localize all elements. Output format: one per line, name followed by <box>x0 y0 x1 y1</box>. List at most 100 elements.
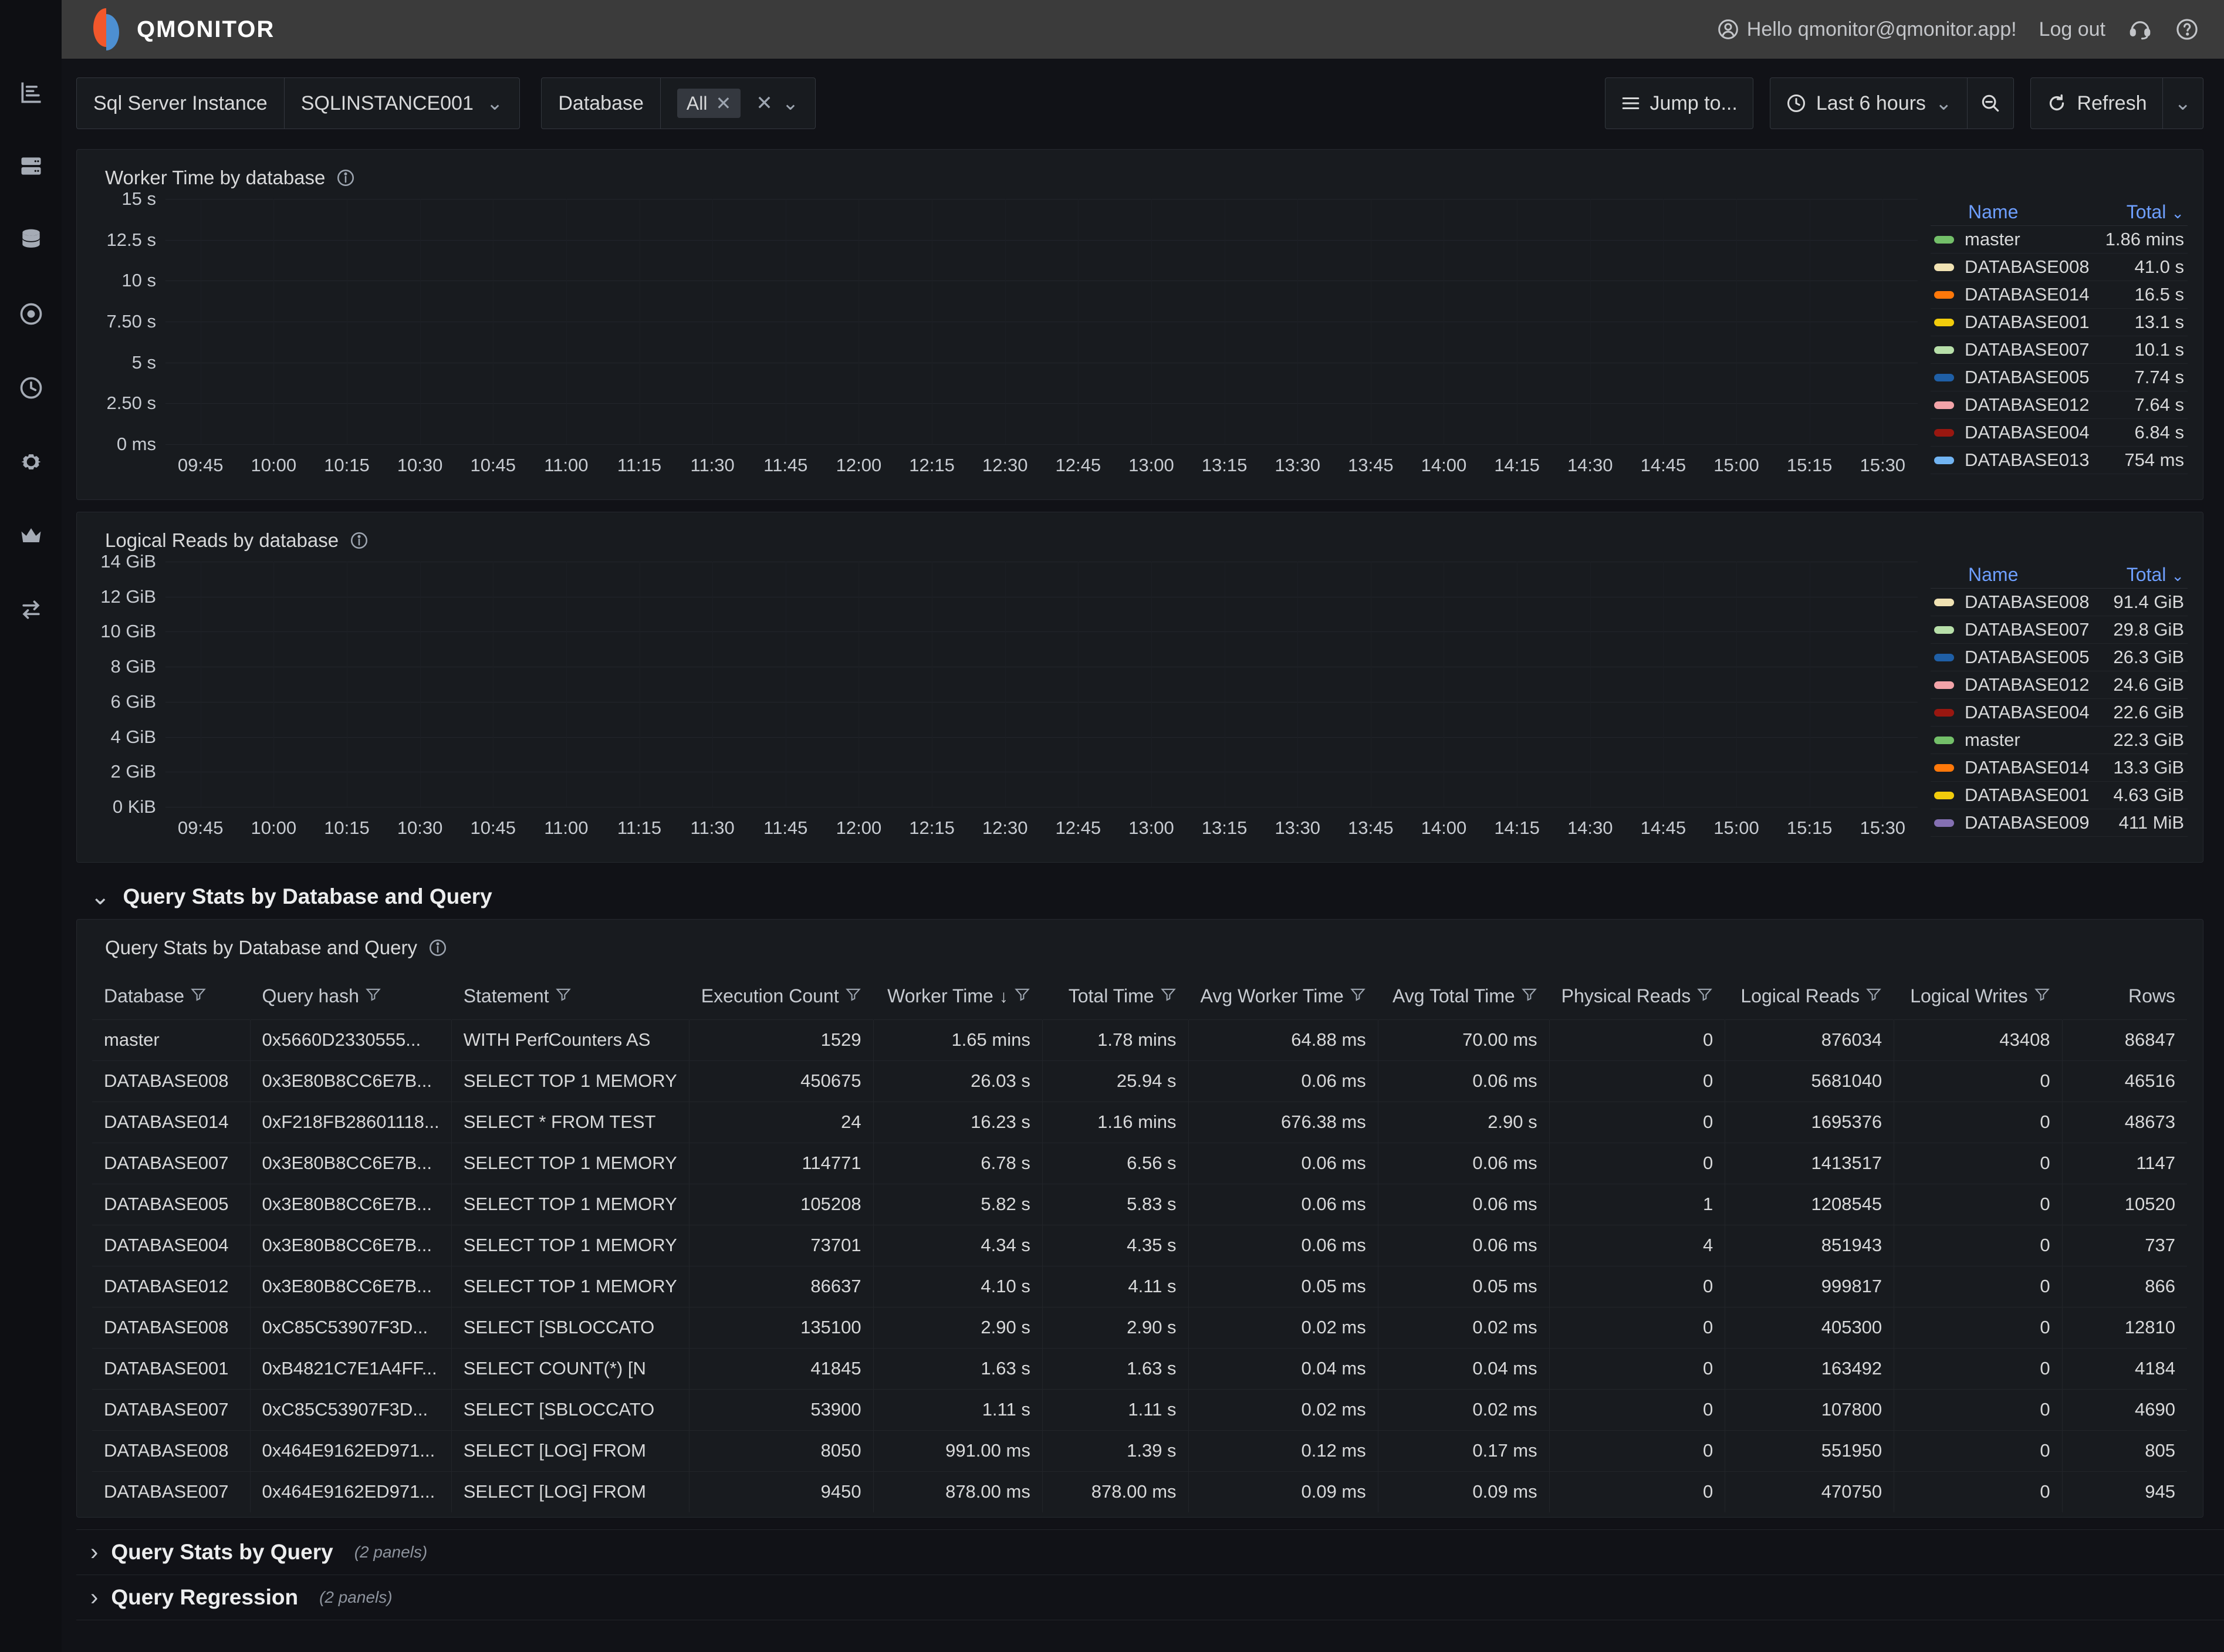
legend-item[interactable]: DATABASE009411 MiB <box>1931 809 2188 837</box>
table-cell: 0 <box>1894 1184 2062 1225</box>
legend-item[interactable]: DATABASE00526.3 GiB <box>1931 644 2188 671</box>
sort-desc-icon[interactable]: ↓ <box>999 987 1008 1006</box>
database-icon[interactable] <box>18 227 44 253</box>
legend-item[interactable]: DATABASE01224.6 GiB <box>1931 671 2188 699</box>
info-icon[interactable] <box>349 531 369 550</box>
query-stats-table-panel: Query Stats by Database and Query Databa… <box>76 919 2203 1518</box>
column-header[interactable]: Logical Reads <box>1725 974 1894 1019</box>
filter-icon[interactable] <box>2034 986 2050 1002</box>
legend-item[interactable]: DATABASE00841.0 s <box>1931 254 2188 281</box>
database-filter[interactable]: Database All ✕ ✕ ⌄ <box>541 77 816 129</box>
column-header[interactable]: Total Time <box>1042 974 1188 1019</box>
crown-icon[interactable] <box>18 523 44 549</box>
legend-item[interactable]: master1.86 mins <box>1931 226 2188 254</box>
legend-item[interactable]: DATABASE003573 ms <box>1931 474 2188 479</box>
legend-item[interactable]: DATABASE00891.4 GiB <box>1931 589 2188 616</box>
query-hash-link[interactable]: 0x464E9162ED971... <box>250 1430 451 1471</box>
query-hash-link[interactable]: 0x3E80B8CC6E7B... <box>250 1060 451 1102</box>
chip-remove-icon[interactable]: ✕ <box>715 92 731 114</box>
filter-icon[interactable] <box>365 986 381 1002</box>
zoom-out-button[interactable] <box>1968 77 2014 129</box>
filter-icon[interactable] <box>190 986 207 1002</box>
query-hash-link[interactable]: 0xB4821C7E1A4FF... <box>250 1348 451 1389</box>
query-hash-link[interactable]: 0x3E80B8CC6E7B... <box>250 1143 451 1184</box>
x-axis-tick: 14:30 <box>1567 455 1613 476</box>
column-header[interactable]: Database <box>92 974 250 1019</box>
query-hash-link[interactable]: 0x3E80B8CC6E7B... <box>250 1266 451 1307</box>
query-hash-link[interactable]: 0x3E80B8CC6E7B... <box>250 1225 451 1266</box>
legend-item[interactable]: DATABASE00113.1 s <box>1931 309 2188 336</box>
x-axis-tick: 14:00 <box>1421 817 1467 839</box>
column-header[interactable]: Worker Time↓ <box>873 974 1042 1019</box>
filter-icon[interactable] <box>1350 986 1366 1002</box>
legend-col-total[interactable]: Total ⌄ <box>2127 201 2184 223</box>
legend-item[interactable]: DATABASE0014.63 GiB <box>1931 782 2188 809</box>
legend-item[interactable]: DATABASE013354 MiB <box>1931 837 2188 842</box>
legend-item[interactable]: DATABASE0057.74 s <box>1931 364 2188 391</box>
logout-link[interactable]: Log out <box>2039 18 2105 41</box>
table-cell: 991.00 ms <box>873 1430 1042 1471</box>
time-range-picker[interactable]: Last 6 hours ⌄ <box>1770 77 1968 129</box>
support-headset-icon[interactable] <box>2128 17 2152 42</box>
filter-icon[interactable] <box>1160 986 1177 1002</box>
column-header[interactable]: Rows <box>2062 974 2187 1019</box>
help-icon[interactable] <box>2175 17 2199 42</box>
query-hash-link[interactable]: 0x5660D2330555... <box>250 1019 451 1060</box>
section-query-regression[interactable]: › Query Regression (2 panels) <box>76 1575 2203 1620</box>
jump-to-button[interactable]: Jump to... <box>1605 77 1753 129</box>
query-hash-link[interactable]: 0xF218FB28601118... <box>250 1102 451 1143</box>
database-chip-all[interactable]: All ✕ <box>677 89 741 118</box>
filter-icon[interactable] <box>845 986 861 1002</box>
info-icon[interactable] <box>336 168 356 188</box>
legend-col-name[interactable]: Name <box>1968 201 2018 223</box>
column-header[interactable]: Execution Count <box>689 974 873 1019</box>
filter-icon[interactable] <box>555 986 572 1002</box>
legend-item[interactable]: DATABASE0046.84 s <box>1931 419 2188 447</box>
section-query-stats-by-query[interactable]: › Query Stats by Query (2 panels) <box>76 1530 2203 1575</box>
legend-col-total[interactable]: Total ⌄ <box>2127 564 2184 586</box>
filter-icon[interactable] <box>1865 986 1882 1002</box>
column-header[interactable]: Query hash <box>250 974 451 1019</box>
refresh-interval-dropdown[interactable]: ⌄ <box>2163 77 2204 129</box>
query-hash-link[interactable]: 0x3E80B8CC6E7B... <box>250 1184 451 1225</box>
info-icon[interactable] <box>428 938 448 958</box>
column-header[interactable]: Logical Writes <box>1894 974 2062 1019</box>
legend-item[interactable]: DATABASE0127.64 s <box>1931 391 2188 419</box>
legend-item[interactable]: master22.3 GiB <box>1931 727 2188 754</box>
gear-icon[interactable] <box>18 449 44 475</box>
legend-col-name[interactable]: Name <box>1968 564 2018 586</box>
legend-item[interactable]: DATABASE01416.5 s <box>1931 281 2188 309</box>
filter-icon[interactable] <box>1014 986 1030 1002</box>
record-icon[interactable] <box>18 301 44 327</box>
column-header[interactable]: Avg Worker Time <box>1188 974 1378 1019</box>
clear-icon[interactable]: ✕ <box>756 92 773 115</box>
legend-item[interactable]: DATABASE00710.1 s <box>1931 336 2188 364</box>
refresh-button[interactable]: Refresh <box>2030 77 2162 129</box>
legend-item[interactable]: DATABASE01413.3 GiB <box>1931 754 2188 782</box>
column-header[interactable]: Statement <box>451 974 689 1019</box>
query-hash-link[interactable]: 0xC85C53907F3D... <box>250 1307 451 1348</box>
y-axis-tick: 4 GiB <box>110 727 165 748</box>
legend-item[interactable]: DATABASE00422.6 GiB <box>1931 699 2188 727</box>
servers-icon[interactable] <box>18 153 44 179</box>
query-hash-link[interactable]: 0xC85C53907F3D... <box>250 1389 451 1430</box>
swap-arrows-icon[interactable] <box>18 597 44 623</box>
database-filter-value[interactable]: All ✕ ✕ ⌄ <box>660 78 815 129</box>
instance-filter-value[interactable]: SQLINSTANCE001 ⌄ <box>284 78 520 129</box>
y-axis-tick: 6 GiB <box>110 691 165 712</box>
y-axis-tick: 12.5 s <box>107 229 165 251</box>
legend-item[interactable]: DATABASE00729.8 GiB <box>1931 616 2188 644</box>
query-hash-link[interactable]: 0x464E9162ED971... <box>250 1471 451 1512</box>
legend-item[interactable]: DATABASE013754 ms <box>1931 447 2188 474</box>
x-axis-tick: 10:15 <box>324 817 370 839</box>
filter-icon[interactable] <box>1696 986 1713 1002</box>
bar-chart-icon[interactable] <box>18 79 44 105</box>
table-cell: 2.90 s <box>1042 1307 1188 1348</box>
filter-icon[interactable] <box>1521 986 1537 1002</box>
column-header[interactable]: Avg Total Time <box>1378 974 1549 1019</box>
section-query-stats-db[interactable]: ⌄ Query Stats by Database and Query <box>76 874 2203 919</box>
clock-icon[interactable] <box>18 375 44 401</box>
instance-filter[interactable]: Sql Server Instance SQLINSTANCE001 ⌄ <box>76 77 520 129</box>
table-cell: 0 <box>1894 1471 2062 1512</box>
column-header[interactable]: Physical Reads <box>1549 974 1725 1019</box>
